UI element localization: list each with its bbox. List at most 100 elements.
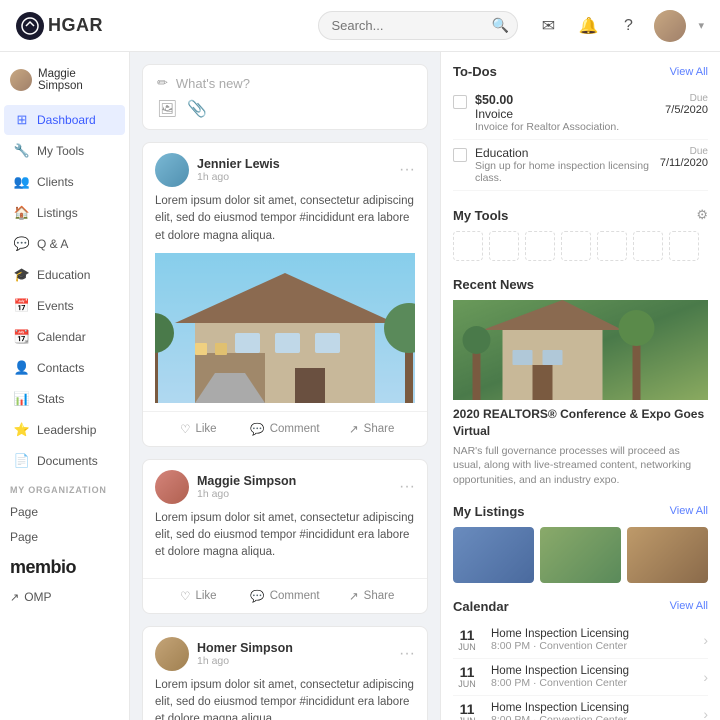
post-menu-button[interactable]: ··· xyxy=(399,645,415,663)
chevron-right-icon: › xyxy=(703,632,708,648)
post-body: Lorem ipsum dolor sit amet, consectetur … xyxy=(143,677,427,720)
share-button[interactable]: ↗Share xyxy=(328,585,415,607)
calendar-icon: 📆 xyxy=(14,329,30,345)
todos-header: To-Dos View All xyxy=(453,64,708,79)
calendar-event[interactable]: 11 JUN Home Inspection Licensing 8:00 PM… xyxy=(453,659,708,696)
sidebar-item-clients[interactable]: 👥 Clients xyxy=(4,167,125,197)
post-actions: ♡Like 💬Comment ↗Share xyxy=(143,411,427,446)
recent-news-section: Recent News xyxy=(453,277,708,488)
chevron-right-icon: › xyxy=(703,706,708,720)
like-button[interactable]: ♡Like xyxy=(155,585,242,607)
news-article-desc: NAR's full governance processes will pro… xyxy=(453,444,708,488)
sidebar-item-events[interactable]: 📅 Events xyxy=(4,291,125,321)
post-user-time: 1h ago xyxy=(197,655,399,667)
cal-title: Home Inspection Licensing xyxy=(491,628,693,640)
sidebar-org-page-1[interactable]: Page xyxy=(0,499,129,524)
sidebar-item-stats[interactable]: 📊 Stats xyxy=(4,384,125,414)
cal-month: JUN xyxy=(453,679,481,689)
cal-day: 11 xyxy=(453,702,481,716)
cal-info: Home Inspection Licensing 8:00 PM · Conv… xyxy=(491,665,693,689)
sidebar-item-contacts[interactable]: 👤 Contacts xyxy=(4,353,125,383)
calendar-view-all[interactable]: View All xyxy=(670,600,708,612)
share-button[interactable]: ↗Share xyxy=(328,418,415,440)
listings-view-all[interactable]: View All xyxy=(670,505,708,517)
image-upload-button[interactable]: 🖼 xyxy=(157,99,177,119)
listing-thumbnail[interactable] xyxy=(627,527,708,583)
tool-placeholder[interactable] xyxy=(561,231,591,261)
todo-checkbox[interactable] xyxy=(453,95,467,109)
stats-icon: 📊 xyxy=(14,391,30,407)
avatar xyxy=(155,470,189,504)
tool-placeholder[interactable] xyxy=(633,231,663,261)
recent-news-title: Recent News xyxy=(453,277,534,292)
search-input[interactable] xyxy=(331,18,491,33)
listing-thumbnail[interactable] xyxy=(540,527,621,583)
todo-item: $50.00 Invoice Invoice for Realtor Assoc… xyxy=(453,87,708,140)
calendar-event[interactable]: 11 JUN Home Inspection Licensing 8:00 PM… xyxy=(453,622,708,659)
todo-title: Education xyxy=(475,146,652,160)
post-menu-button[interactable]: ··· xyxy=(399,161,415,179)
pencil-icon: ✏ xyxy=(157,75,168,91)
composer-top: ✏ What's new? xyxy=(157,75,413,91)
cal-detail: 8:00 PM · Convention Center xyxy=(491,640,693,652)
help-icon[interactable]: ? xyxy=(614,12,642,40)
user-avatar[interactable] xyxy=(654,10,686,42)
sidebar-item-documents[interactable]: 📄 Documents xyxy=(4,446,125,476)
sidebar-item-listings[interactable]: 🏠 Listings xyxy=(4,198,125,228)
calendar-event[interactable]: 11 JUN Home Inspection Licensing 8:00 PM… xyxy=(453,696,708,720)
attachment-button[interactable]: 📎 xyxy=(187,99,207,119)
news-article-title[interactable]: 2020 REALTORS® Conference & Expo Goes Vi… xyxy=(453,406,708,440)
post-image xyxy=(155,253,415,403)
tool-placeholder[interactable] xyxy=(489,231,519,261)
todo-desc: Sign up for home inspection licensing cl… xyxy=(475,160,652,184)
chevron-right-icon: › xyxy=(703,669,708,685)
sidebar-item-leadership[interactable]: ⭐ Leadership xyxy=(4,415,125,445)
post-card: Homer Simpson 1h ago ··· Lorem ipsum dol… xyxy=(142,626,428,720)
todo-checkbox[interactable] xyxy=(453,148,467,162)
qa-icon: 💬 xyxy=(14,236,30,252)
tools-icon: 🔧 xyxy=(14,143,30,159)
tool-placeholder[interactable] xyxy=(525,231,555,261)
like-button[interactable]: ♡Like xyxy=(155,418,242,440)
search-bar[interactable]: 🔍 xyxy=(318,11,518,40)
events-icon: 📅 xyxy=(14,298,30,314)
todo-due-date: 7/5/2020 xyxy=(665,104,708,116)
tool-placeholder[interactable] xyxy=(597,231,627,261)
todos-view-all[interactable]: View All xyxy=(670,66,708,78)
todo-desc: Invoice for Realtor Association. xyxy=(475,121,657,133)
gear-icon[interactable]: ⚙ xyxy=(696,207,708,223)
external-link-icon: ↗ xyxy=(10,591,19,604)
header-icons: ✉ 🔔 ? ▾ xyxy=(534,10,704,42)
avatar-dropdown-arrow[interactable]: ▾ xyxy=(698,19,704,32)
comment-button[interactable]: 💬Comment xyxy=(242,418,329,440)
mail-icon[interactable]: ✉ xyxy=(534,12,562,40)
composer-placeholder[interactable]: What's new? xyxy=(176,76,250,91)
sidebar-item-qa[interactable]: 💬 Q & A xyxy=(4,229,125,259)
comment-button[interactable]: 💬Comment xyxy=(242,585,329,607)
sidebar-item-label: Clients xyxy=(37,175,74,189)
sidebar-omp[interactable]: ↗ OMP xyxy=(0,586,129,608)
calendar-title: Calendar xyxy=(453,599,509,614)
app-container: HGAR 🔍 ✉ 🔔 ? ▾ Maggie Simpson ⊞ Dashb xyxy=(0,0,720,720)
sidebar-org-page-2[interactable]: Page xyxy=(0,524,129,549)
sidebar-item-my-tools[interactable]: 🔧 My Tools xyxy=(4,136,125,166)
cal-day: 11 xyxy=(453,665,481,679)
right-panel: To-Dos View All $50.00 Invoice Invoice f… xyxy=(440,52,720,720)
cal-month: JUN xyxy=(453,716,481,720)
post-menu-button[interactable]: ··· xyxy=(399,478,415,496)
logo[interactable]: HGAR xyxy=(16,12,103,40)
listing-thumbnail[interactable] xyxy=(453,527,534,583)
news-image xyxy=(453,300,708,400)
clients-icon: 👥 xyxy=(14,174,30,190)
sidebar-item-label: My Tools xyxy=(37,144,84,158)
omp-label: OMP xyxy=(24,590,51,604)
calendar-header: Calendar View All xyxy=(453,599,708,614)
sidebar-item-calendar[interactable]: 📆 Calendar xyxy=(4,322,125,352)
tool-placeholder[interactable] xyxy=(453,231,483,261)
sidebar-item-education[interactable]: 🎓 Education xyxy=(4,260,125,290)
sidebar-user: Maggie Simpson xyxy=(0,60,129,104)
tool-placeholder[interactable] xyxy=(669,231,699,261)
post-card: Jennier Lewis 1h ago ··· Lorem ipsum dol… xyxy=(142,142,428,447)
sidebar-item-dashboard[interactable]: ⊞ Dashboard xyxy=(4,105,125,135)
bell-icon[interactable]: 🔔 xyxy=(574,12,602,40)
